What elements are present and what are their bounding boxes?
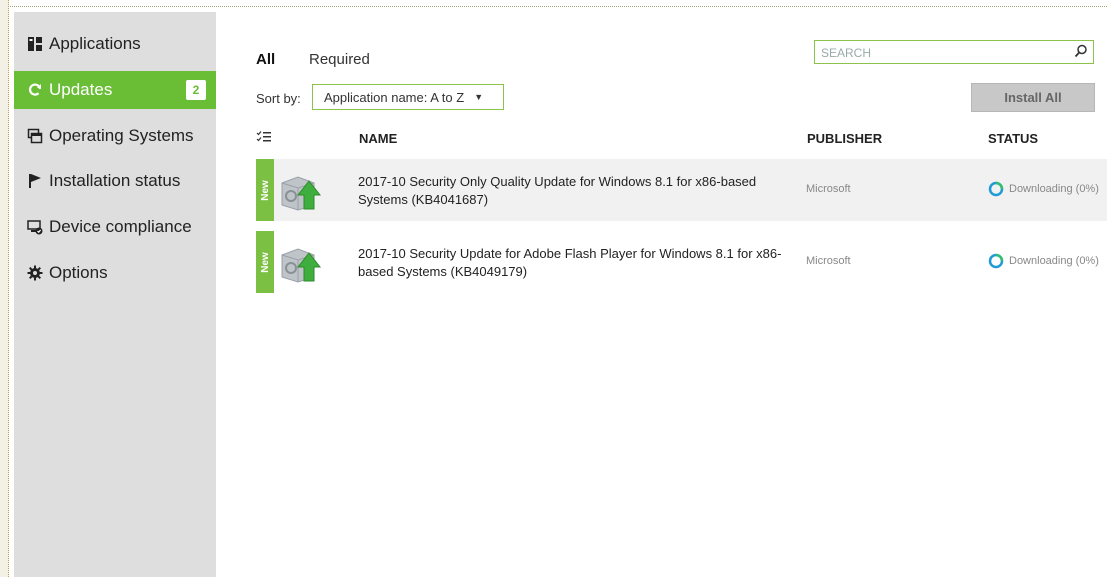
status-text: Downloading (0%) [1009, 183, 1099, 195]
sort-dropdown[interactable]: Application name: A to Z ▼ [312, 84, 504, 110]
sidebar-item-applications[interactable]: Applications [14, 25, 216, 63]
new-tag: New [256, 231, 274, 293]
sidebar-item-label: Options [49, 263, 108, 282]
tab-required[interactable]: Required [309, 51, 370, 68]
caret-down-icon: ▼ [474, 92, 484, 102]
update-status: Downloading (0%) [988, 181, 1107, 197]
new-tag: New [256, 159, 274, 221]
progress-ring-icon [988, 181, 1004, 197]
sidebar-item-options[interactable]: Options [14, 254, 216, 292]
update-publisher: Microsoft [806, 255, 851, 267]
progress-ring-icon [988, 253, 1004, 269]
search-icon[interactable] [1074, 44, 1088, 63]
sort-label: Sort by: [256, 91, 301, 106]
window-left-border [0, 0, 9, 577]
update-package-icon [278, 241, 322, 288]
sidebar-item-operating-systems[interactable]: Operating Systems [14, 117, 216, 155]
column-header-status[interactable]: STATUS [988, 131, 1038, 146]
sidebar-item-device-compliance[interactable]: Device compliance [14, 208, 216, 246]
column-header-name[interactable]: NAME [359, 131, 397, 146]
sidebar-item-label: Updates [49, 80, 113, 99]
sort-value: Application name: A to Z [324, 89, 465, 105]
sidebar: Applications Updates 2 Operating Systems… [14, 12, 216, 577]
update-name: 2017-10 Security Only Quality Update for… [358, 174, 757, 207]
update-package-icon [278, 169, 322, 216]
update-status: Downloading (0%) [988, 253, 1107, 269]
applications-icon [27, 36, 43, 52]
updates-count-badge: 2 [186, 80, 206, 100]
refresh-icon [27, 82, 43, 98]
select-all-icon[interactable] [256, 130, 272, 149]
operating-systems-icon [27, 128, 43, 144]
status-text: Downloading (0%) [1009, 255, 1099, 267]
sidebar-item-label: Installation status [49, 171, 181, 190]
flag-icon [27, 173, 43, 189]
main-panel: All Required Sort by: Application name: … [216, 6, 1107, 577]
column-header-publisher[interactable]: PUBLISHER [807, 131, 882, 146]
install-all-button[interactable]: Install All [971, 83, 1095, 112]
sidebar-item-label: Operating Systems [49, 126, 194, 145]
sidebar-item-label: Applications [49, 34, 141, 53]
table-row[interactable]: New 2017-10 Security Only Quality Update… [256, 159, 1107, 221]
sidebar-item-installation-status[interactable]: Installation status [14, 162, 216, 200]
search-input[interactable] [819, 42, 1063, 64]
device-compliance-icon [27, 219, 43, 235]
sidebar-item-updates[interactable]: Updates 2 [14, 71, 216, 109]
gear-icon [27, 265, 43, 281]
sidebar-item-label: Device compliance [49, 217, 192, 236]
tab-all[interactable]: All [256, 51, 275, 68]
update-publisher: Microsoft [806, 183, 851, 195]
search-box [814, 40, 1094, 64]
table-row[interactable]: New 2017-10 Security Update for Adobe Fl… [256, 231, 1107, 293]
update-name: 2017-10 Security Update for Adobe Flash … [358, 246, 782, 279]
